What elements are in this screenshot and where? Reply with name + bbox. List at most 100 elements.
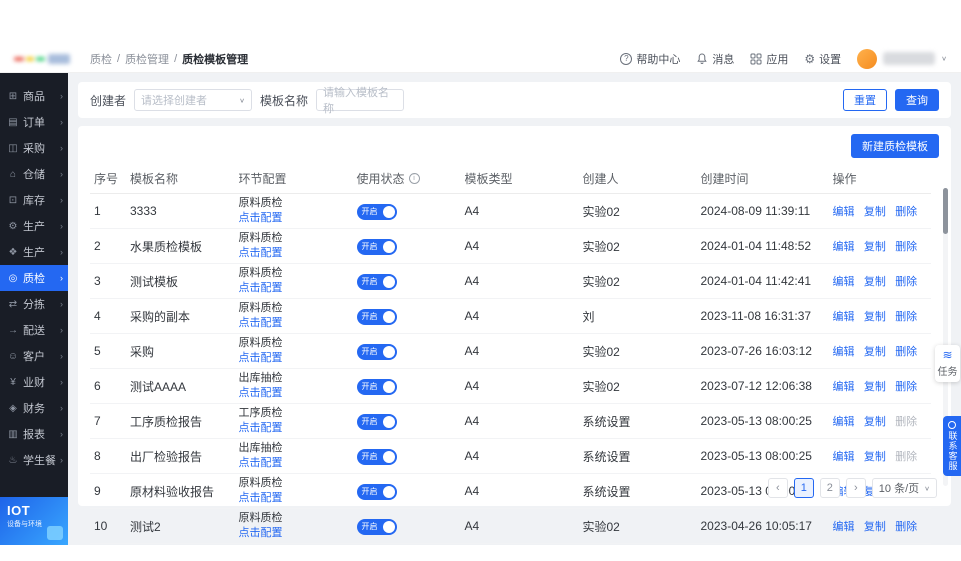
sidebar-item-warehouse[interactable]: ⌂ 仓储 › xyxy=(0,161,68,187)
delete-link[interactable]: 删除 xyxy=(895,381,917,393)
status-toggle[interactable]: 开启 xyxy=(357,274,397,290)
configure-link[interactable]: 点击配置 xyxy=(239,527,283,540)
configure-link[interactable]: 点击配置 xyxy=(239,457,283,470)
reset-button[interactable]: 重置 xyxy=(843,89,887,111)
page-button-2[interactable]: 2 xyxy=(820,478,840,498)
configure-link[interactable]: 点击配置 xyxy=(239,387,283,400)
copy-link[interactable]: 复制 xyxy=(864,276,886,288)
sidebar-item-customers[interactable]: ☺ 客户 › xyxy=(0,343,68,369)
toggle-knob xyxy=(383,311,395,323)
status-toggle[interactable]: 开启 xyxy=(357,414,397,430)
copy-link[interactable]: 复制 xyxy=(864,451,886,463)
status-toggle[interactable]: 开启 xyxy=(357,519,397,535)
template-name-input[interactable]: 请输入模板名称 xyxy=(316,89,404,111)
delete-link[interactable]: 删除 xyxy=(895,241,917,253)
edit-link[interactable]: 编辑 xyxy=(833,311,855,323)
delete-link[interactable]: 删除 xyxy=(895,206,917,218)
configure-link[interactable]: 点击配置 xyxy=(239,317,283,330)
delete-link[interactable]: 删除 xyxy=(895,416,917,428)
status-toggle[interactable]: 开启 xyxy=(357,239,397,255)
delete-link[interactable]: 删除 xyxy=(895,346,917,358)
search-button[interactable]: 查询 xyxy=(895,89,939,111)
copy-link[interactable]: 复制 xyxy=(864,311,886,323)
configure-link[interactable]: 点击配置 xyxy=(239,352,283,365)
select-caret-icon: ∨ xyxy=(239,96,245,103)
configure-link[interactable]: 点击配置 xyxy=(239,282,283,295)
edit-link[interactable]: 编辑 xyxy=(833,206,855,218)
template-type: A4 xyxy=(461,509,579,544)
stage-name: 原料质检 xyxy=(239,512,349,525)
status-toggle[interactable]: 开启 xyxy=(357,204,397,220)
sidebar-item-produce-2[interactable]: ❖ 生产 › xyxy=(0,239,68,265)
edit-link[interactable]: 编辑 xyxy=(833,521,855,533)
sidebar-item-delivery[interactable]: → 配送 › xyxy=(0,317,68,343)
edit-link[interactable]: 编辑 xyxy=(833,276,855,288)
next-page-button[interactable]: › xyxy=(846,478,866,498)
template-type: A4 xyxy=(461,404,579,439)
edit-link[interactable]: 编辑 xyxy=(833,451,855,463)
sidebar-item-quality[interactable]: ◎ 质检 › xyxy=(0,265,68,291)
page-size-select[interactable]: 10 条/页 ∨ xyxy=(872,478,937,498)
copy-link[interactable]: 复制 xyxy=(864,521,886,533)
messages-button[interactable]: 消息 xyxy=(696,51,734,67)
stage-name: 原料质检 xyxy=(239,337,349,350)
scrollbar-thumb[interactable] xyxy=(943,188,948,234)
sidebar-item-sorting[interactable]: ⇄ 分拣 › xyxy=(0,291,68,317)
copy-link[interactable]: 复制 xyxy=(864,206,886,218)
table-header-row: 序号 模板名称 环节配置 使用状态 i 模板类型 创建人 创 xyxy=(90,164,931,194)
select-caret-icon: ∨ xyxy=(924,484,930,491)
new-template-button[interactable]: 新建质检模板 xyxy=(851,134,939,158)
sidebar-item-reports[interactable]: ▥ 报表 › xyxy=(0,421,68,447)
user-menu[interactable]: ∨ xyxy=(857,49,947,69)
task-widget-button[interactable]: ≋ 任务 xyxy=(935,345,960,382)
copy-link[interactable]: 复制 xyxy=(864,346,886,358)
customer-service-tab[interactable]: 联系客服 xyxy=(943,416,961,476)
help-center-button[interactable]: ? 帮助中心 xyxy=(620,51,680,67)
configure-link[interactable]: 点击配置 xyxy=(239,212,283,225)
sidebar-item-finance[interactable]: ◈ 财务 › xyxy=(0,395,68,421)
breadcrumb-item-2[interactable]: 质检管理 xyxy=(125,51,169,67)
delete-link[interactable]: 删除 xyxy=(895,276,917,288)
page-button-1[interactable]: 1 xyxy=(794,478,814,498)
status-toggle[interactable]: 开启 xyxy=(357,379,397,395)
status-toggle[interactable]: 开启 xyxy=(357,484,397,500)
edit-link[interactable]: 编辑 xyxy=(833,241,855,253)
creator-select[interactable]: 请选择创建者 ∨ xyxy=(134,89,252,111)
table-row: 2 水果质检模板 原料质检 点击配置 开启 A4 实验02 2024-01-04… xyxy=(90,229,931,264)
copy-link[interactable]: 复制 xyxy=(864,381,886,393)
copy-link[interactable]: 复制 xyxy=(864,416,886,428)
edit-link[interactable]: 编辑 xyxy=(833,416,855,428)
info-icon[interactable]: i xyxy=(409,173,420,184)
sidebar-item-student-meal[interactable]: ♨ 学生餐 › xyxy=(0,447,68,473)
sidebar-item-purchase[interactable]: ◫ 采购 › xyxy=(0,135,68,161)
settings-button[interactable]: ⚙ 设置 xyxy=(804,51,841,67)
sidebar-item-orders[interactable]: ▤ 订单 › xyxy=(0,109,68,135)
apps-grid-icon xyxy=(750,53,762,65)
breadcrumb-item-1[interactable]: 质检 xyxy=(90,51,112,67)
customer-service-label: 联系客服 xyxy=(948,431,957,471)
sidebar-item-biz-fin[interactable]: ¥ 业财 › xyxy=(0,369,68,395)
status-toggle[interactable]: 开启 xyxy=(357,449,397,465)
sidebar-item-produce-1[interactable]: ⚙ 生产 › xyxy=(0,213,68,239)
pagination: ‹ 1 2 › 10 条/页 ∨ xyxy=(768,478,937,498)
delete-link[interactable]: 删除 xyxy=(895,311,917,323)
menu-label: 采购 xyxy=(23,140,45,156)
configure-link[interactable]: 点击配置 xyxy=(239,492,283,505)
stage-name: 原料质检 xyxy=(239,267,349,280)
copy-link[interactable]: 复制 xyxy=(864,241,886,253)
configure-link[interactable]: 点击配置 xyxy=(239,422,283,435)
menu-label: 质检 xyxy=(23,270,45,286)
delete-link[interactable]: 删除 xyxy=(895,521,917,533)
prev-page-button[interactable]: ‹ xyxy=(768,478,788,498)
status-toggle[interactable]: 开启 xyxy=(357,344,397,360)
edit-link[interactable]: 编辑 xyxy=(833,381,855,393)
status-toggle[interactable]: 开启 xyxy=(357,309,397,325)
creator: 系统设置 xyxy=(579,439,697,474)
row-index: 1 xyxy=(90,194,126,229)
apps-button[interactable]: 应用 xyxy=(750,51,788,67)
sidebar-item-goods[interactable]: ⊞ 商品 › xyxy=(0,83,68,109)
delete-link[interactable]: 删除 xyxy=(895,451,917,463)
sidebar-item-inventory[interactable]: ⊡ 库存 › xyxy=(0,187,68,213)
configure-link[interactable]: 点击配置 xyxy=(239,247,283,260)
edit-link[interactable]: 编辑 xyxy=(833,346,855,358)
